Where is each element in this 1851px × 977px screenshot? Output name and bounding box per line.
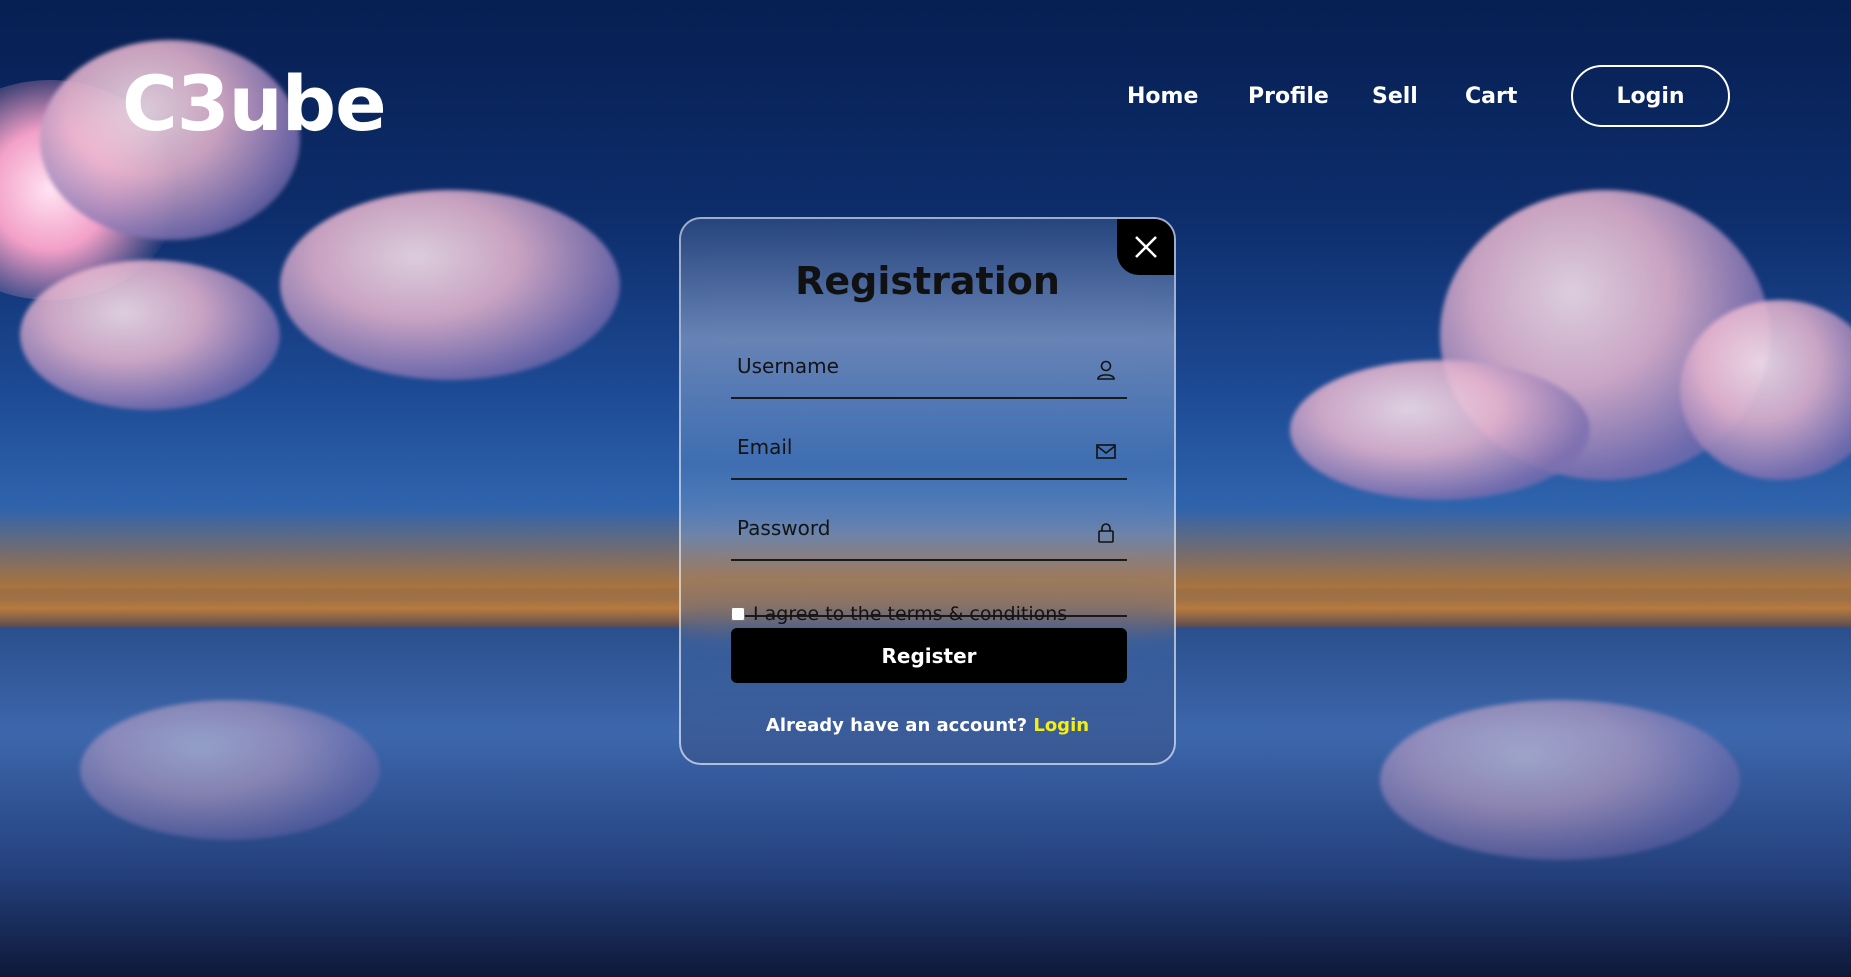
terms-label: I agree to the terms & conditions (753, 603, 1068, 625)
password-input[interactable] (737, 511, 1077, 545)
login-link[interactable]: Login (1033, 715, 1089, 736)
header-login-button[interactable]: Login (1571, 65, 1730, 127)
terms-row: I agree to the terms & conditions (731, 603, 1067, 625)
close-icon (1134, 236, 1157, 258)
login-prompt-text: Already have an account? (765, 715, 1028, 736)
username-field (731, 341, 1127, 399)
cloud (280, 190, 620, 380)
username-input[interactable] (737, 349, 1077, 383)
cloud (1440, 190, 1770, 480)
cloud (20, 260, 280, 410)
email-field (731, 422, 1127, 480)
lock-icon (1098, 523, 1114, 543)
cloud-reflection (1380, 700, 1740, 860)
brand-logo[interactable]: C3ube (122, 66, 387, 142)
terms-checkbox[interactable] (731, 607, 745, 621)
cloud (1290, 360, 1590, 500)
registration-modal: Registration I agree to the terms & cond… (679, 217, 1176, 765)
modal-title: Registration (795, 259, 1060, 303)
nav-profile-link[interactable]: Profile (1248, 82, 1329, 112)
nav-home-link[interactable]: Home (1127, 82, 1198, 112)
register-button[interactable]: Register (731, 628, 1127, 683)
password-field (731, 503, 1127, 561)
nav-cart-link[interactable]: Cart (1465, 82, 1517, 112)
login-prompt: Already have an account? Login (681, 715, 1174, 736)
cloud-reflection (80, 700, 380, 840)
cloud (1680, 300, 1851, 480)
mail-icon (1096, 444, 1116, 459)
user-icon (1097, 360, 1115, 380)
nav-sell-link[interactable]: Sell (1372, 82, 1418, 112)
email-input[interactable] (737, 430, 1077, 464)
